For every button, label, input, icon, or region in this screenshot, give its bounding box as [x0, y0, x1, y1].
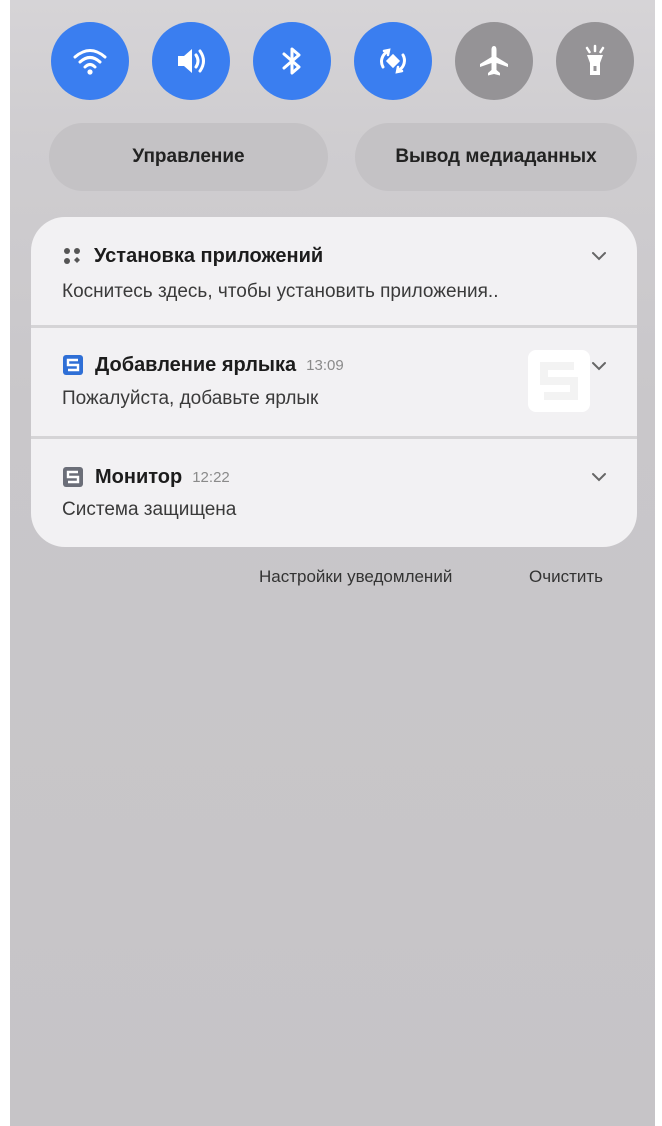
notification-item[interactable]: Установка приложений Коснитесь здесь, чт…: [31, 217, 637, 325]
notification-title: Установка приложений: [94, 244, 324, 267]
notification-item[interactable]: Добавление ярлыка 13:09 Пожалуйста, доба…: [31, 328, 637, 436]
chevron-down-icon[interactable]: [591, 469, 607, 485]
shortcut-thumbnail-icon: [528, 350, 590, 412]
monitor-app-icon: [63, 467, 83, 487]
wifi-toggle[interactable]: [51, 22, 129, 100]
notification-settings-link[interactable]: Настройки уведомлений: [259, 567, 452, 587]
notification-time: 12:22: [192, 468, 230, 486]
airplane-icon: [480, 46, 508, 76]
bluetooth-toggle[interactable]: [253, 22, 331, 100]
notification-item[interactable]: Монитор 12:22 Система защищена: [31, 439, 637, 547]
notification-body: Коснитесь здесь, чтобы установить прилож…: [62, 281, 499, 302]
auto-rotate-icon: [380, 48, 406, 74]
app-grid-icon: [64, 247, 80, 264]
wifi-icon: [73, 49, 107, 75]
sound-toggle[interactable]: [152, 22, 230, 100]
airplane-toggle[interactable]: [455, 22, 533, 100]
notification-panel: Установка приложений Коснитесь здесь, чт…: [31, 217, 637, 547]
notification-shade: Управление Вывод медиаданных Установка п…: [10, 0, 655, 1126]
flashlight-icon: [585, 44, 605, 75]
shortcut-app-icon: [63, 355, 83, 375]
chevron-down-icon[interactable]: [591, 248, 607, 264]
notification-title: Добавление ярлыка: [95, 353, 297, 376]
quick-settings-toggles: [10, 22, 655, 100]
sound-icon: [178, 49, 205, 73]
notification-title: Монитор: [95, 465, 183, 488]
notification-time: 13:09: [306, 356, 344, 374]
bluetooth-icon: [282, 47, 301, 75]
auto-rotate-toggle[interactable]: [354, 22, 432, 100]
notification-body: Пожалуйста, добавьте ярлык: [62, 388, 319, 409]
chevron-down-icon[interactable]: [591, 358, 607, 374]
flashlight-toggle[interactable]: [556, 22, 634, 100]
media-output-button[interactable]: Вывод медиаданных: [355, 123, 637, 191]
control-button[interactable]: Управление: [49, 123, 328, 191]
clear-all-link[interactable]: Очистить: [529, 567, 603, 587]
notification-body: Система защищена: [62, 499, 237, 520]
